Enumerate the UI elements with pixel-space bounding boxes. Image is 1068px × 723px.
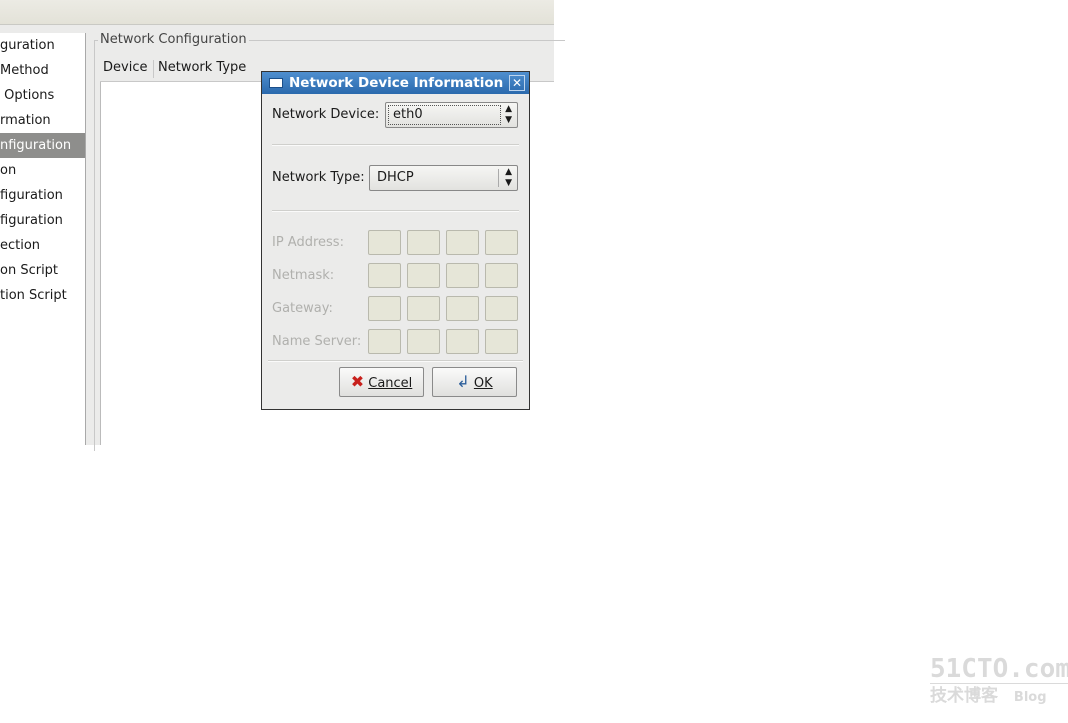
combo-divider [498,169,499,187]
cancel-label: Cancel [368,376,413,391]
window-menu-icon[interactable] [269,78,283,88]
watermark-line1: 51CTO.com [930,654,1068,684]
octet-input[interactable] [407,296,440,321]
octet-input[interactable] [407,263,440,288]
sidebar-item[interactable]: Method [0,58,85,83]
sidebar-item-label: on Script [0,263,59,278]
sidebar-item[interactable]: guration [0,33,85,58]
ok-button[interactable]: ↲ OK [432,367,517,397]
field-label: Name Server: [272,334,362,349]
enter-arrow-icon: ↲ [456,372,470,391]
network-device-select[interactable]: eth0 ▲ ▼ [385,102,518,128]
octet-input[interactable] [485,263,518,288]
octet-input[interactable] [407,230,440,255]
sidebar-item-label: guration [0,38,55,53]
sidebar-item[interactable]: ection [0,233,85,258]
device-value: eth0 [388,105,501,125]
watermark-line2: 技术博客 [930,686,998,706]
sidebar-item[interactable]: on [0,158,85,183]
column-divider [153,60,154,78]
sidebar-item[interactable]: tion Script [0,283,85,308]
sidebar: guration Method Options rmation nfiguration… [0,33,86,445]
octet-input[interactable] [368,230,401,255]
sidebar-item-label: figuration [0,188,63,203]
column-network-type[interactable]: Network Type [158,58,246,81]
ok-label: OK [473,376,493,391]
cancel-button[interactable]: ✖ Cancel [339,367,424,397]
octet-input[interactable] [446,230,479,255]
octet-input[interactable] [407,329,440,354]
separator [272,210,519,212]
network-type-select[interactable]: DHCP ▲ ▼ [369,165,518,191]
sidebar-item[interactable]: on Script [0,258,85,283]
sidebar-item-label: Options [0,88,55,103]
octet-input[interactable] [485,230,518,255]
dialog-title: Network Device Information [289,75,504,91]
octet-input[interactable] [446,296,479,321]
octet-input[interactable] [368,329,401,354]
field-label: Netmask: [272,268,335,283]
updown-arrow-icon: ▲ ▼ [505,104,512,125]
sidebar-item-label: ection [0,238,41,253]
network-type-label: Network Type: [272,170,365,185]
sidebar-item-label: figuration [0,213,63,228]
sidebar-item-label: rmation [0,113,51,128]
top-banner [0,0,554,25]
sidebar-item[interactable]: figuration [0,208,85,233]
sidebar-item[interactable]: rmation [0,108,85,133]
network-device-label: Network Device: [272,107,380,122]
updown-arrow-icon: ▲ ▼ [505,167,512,188]
separator [272,144,519,146]
sidebar-item-label: Method [0,63,49,78]
cancel-x-icon: ✖ [350,372,365,391]
dialog-title-bar[interactable]: Network Device Information ✕ [262,72,529,94]
octet-input[interactable] [485,296,518,321]
sidebar-item[interactable]: Options [0,83,85,108]
sidebar-item[interactable]: figuration [0,183,85,208]
frame-label: Network Configuration [98,32,249,47]
octet-input[interactable] [446,263,479,288]
sidebar-item-label: nfiguration [0,138,72,153]
separator [268,360,523,362]
field-label: Gateway: [272,301,333,316]
octet-input[interactable] [368,296,401,321]
sidebar-item-label: on [0,163,17,178]
watermark-line3: Blog [1013,690,1047,705]
column-device[interactable]: Device [103,58,147,81]
sidebar-item-label: tion Script [0,288,67,303]
network-device-dialog: Network Device Information ✕ Network Dev… [261,71,530,410]
close-icon[interactable]: ✕ [509,75,525,91]
field-label: IP Address: [272,235,344,250]
octet-input[interactable] [368,263,401,288]
watermark-logo: 51CTO.com 技术博客 Blog [930,655,1068,710]
octet-input[interactable] [485,329,518,354]
type-value: DHCP [377,170,414,185]
octet-input[interactable] [446,329,479,354]
sidebar-item[interactable]: nfiguration [0,133,85,158]
